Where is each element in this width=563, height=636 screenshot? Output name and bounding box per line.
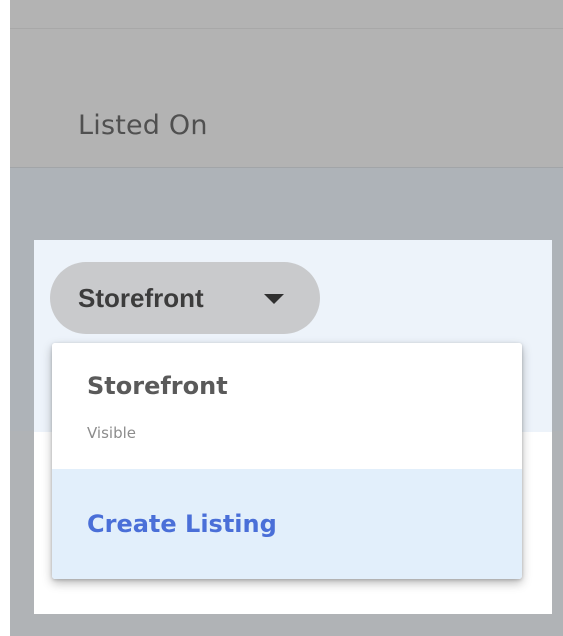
- channel-select-button[interactable]: Storefront: [50, 262, 320, 334]
- top-strip: [10, 0, 563, 29]
- menu-item-storefront[interactable]: Storefront Visible: [52, 343, 522, 469]
- table-header-row: Listed On: [10, 29, 563, 168]
- menu-item-create-listing-label: Create Listing: [87, 510, 277, 538]
- menu-item-create-listing[interactable]: Create Listing: [52, 469, 522, 579]
- channel-select-label: Storefront: [78, 283, 204, 313]
- caret-down-icon: [264, 294, 284, 304]
- menu-item-storefront-label: Storefront: [87, 372, 228, 400]
- menu-item-storefront-status: Visible: [87, 424, 136, 442]
- column-header-listed-on: Listed On: [78, 110, 208, 141]
- channel-dropdown-menu: Storefront Visible Create Listing: [52, 343, 522, 579]
